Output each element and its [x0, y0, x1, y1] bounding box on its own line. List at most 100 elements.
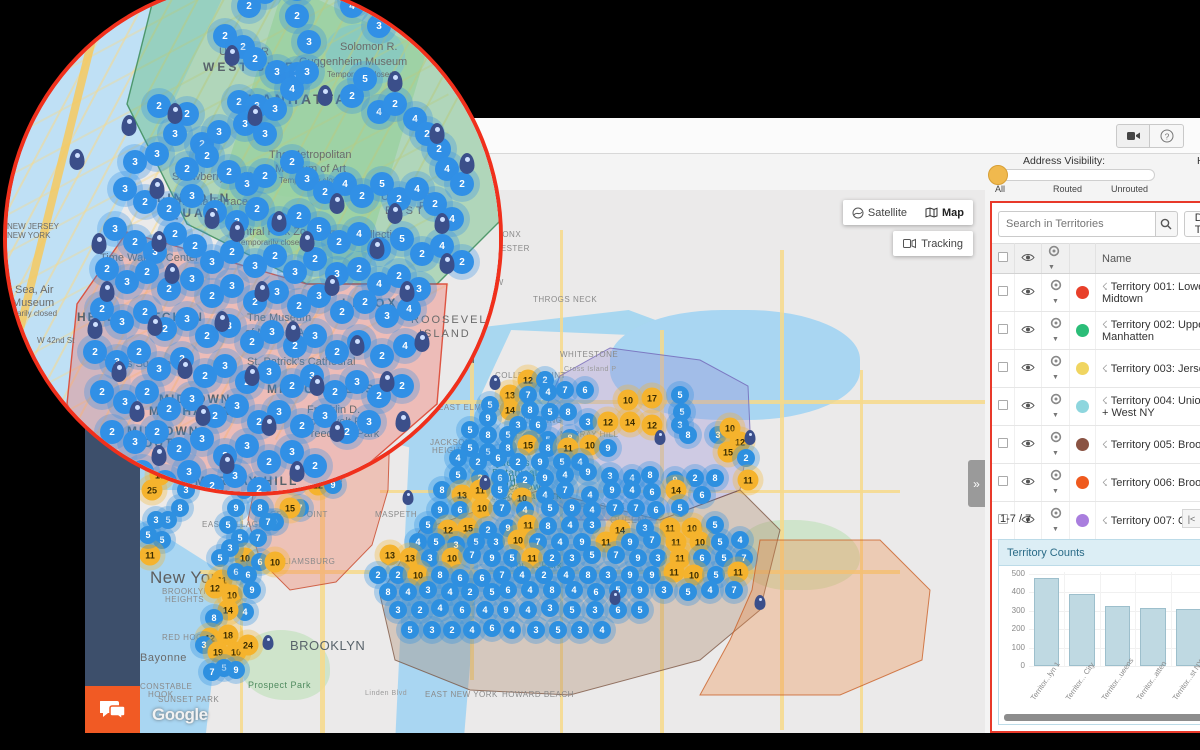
map-cluster-marker[interactable]: 6 [693, 486, 711, 504]
pagination-button[interactable]: |< [1182, 509, 1200, 528]
row-actions-cell[interactable]: ▼ [1041, 349, 1070, 388]
map-cluster-marker[interactable]: 10 [579, 434, 601, 456]
map-cluster-marker[interactable]: 5 [711, 533, 729, 551]
panel-collapse-handle[interactable]: » [968, 460, 985, 507]
map-cluster-marker[interactable]: 11 [521, 547, 543, 569]
map-cluster-marker[interactable]: 9 [536, 469, 554, 487]
map-cluster-marker[interactable]: 5 [541, 499, 559, 517]
map-cluster-marker[interactable]: 8 [379, 583, 397, 601]
map-cluster-marker[interactable]: 8 [706, 469, 724, 487]
map-cluster-marker[interactable]: 9 [497, 601, 515, 619]
map-cluster-marker[interactable]: 7 [259, 513, 277, 531]
row-checkbox[interactable] [998, 324, 1008, 334]
map-cluster-marker[interactable]: 15 [279, 497, 301, 519]
map-cluster-marker[interactable]: 5 [211, 549, 229, 567]
th-actions[interactable]: ▼ [1041, 243, 1070, 274]
map-cluster-marker[interactable]: 8 [543, 581, 561, 599]
map-cluster-marker[interactable]: 3 [655, 581, 673, 599]
map-cluster-marker[interactable]: 11 [140, 544, 161, 566]
map-cluster-marker[interactable]: 6 [483, 619, 501, 637]
map-address-pin[interactable] [402, 490, 414, 505]
map-cluster-marker[interactable]: 8 [205, 609, 223, 627]
map-cluster-marker[interactable]: 10 [507, 529, 529, 551]
tick-all[interactable]: All [995, 184, 1005, 194]
map-cluster-marker[interactable]: 2 [369, 566, 387, 584]
map-cluster-marker[interactable]: 5 [563, 601, 581, 619]
row-checkbox-cell[interactable] [992, 387, 1015, 426]
map-cluster-marker[interactable]: 24 [237, 634, 259, 656]
row-checkbox-cell[interactable] [992, 349, 1015, 388]
map-cluster-marker[interactable]: 6 [451, 501, 469, 519]
map-cluster-marker[interactable]: 4 [519, 601, 537, 619]
map-cluster-marker[interactable]: 8 [579, 566, 597, 584]
map-cluster-marker[interactable]: 6 [587, 583, 605, 601]
row-checkbox[interactable] [998, 476, 1008, 486]
map-cluster-marker[interactable]: 8 [559, 403, 577, 421]
map-cluster-marker[interactable]: 9 [243, 581, 261, 599]
row-name-cell[interactable]: ☇Territory 005: Brooklyn 1 [1095, 425, 1200, 464]
map-cluster-marker[interactable]: 7 [249, 529, 267, 547]
map-cluster-marker[interactable]: 10 [441, 547, 463, 569]
map-cluster-marker[interactable]: 7 [627, 499, 645, 517]
map-cluster-marker[interactable]: 6 [647, 501, 665, 519]
map-cluster-marker[interactable]: 7 [556, 381, 574, 399]
row-color-cell[interactable] [1069, 311, 1096, 350]
map-cluster-marker[interactable]: 4 [561, 516, 579, 534]
th-name[interactable]: Name▲ [1095, 243, 1200, 274]
search-button[interactable] [1155, 211, 1178, 237]
map-cluster-marker[interactable]: 3 [541, 599, 559, 617]
map-cluster-marker[interactable]: 9 [431, 501, 449, 519]
map-cluster-marker[interactable]: 4 [431, 599, 449, 617]
map-cluster-marker[interactable]: 3 [527, 621, 545, 639]
row-checkbox[interactable] [998, 400, 1008, 410]
row-color-cell[interactable] [1069, 463, 1096, 502]
table-row[interactable]: ▼☇Territory 002: Upper Manhatten314 [992, 311, 1200, 350]
map-cluster-marker[interactable]: 11 [727, 561, 749, 583]
map-cluster-marker[interactable]: 5 [583, 546, 601, 564]
map-cluster-marker[interactable]: 5 [679, 583, 697, 601]
map-cluster-marker[interactable]: 3 [586, 601, 604, 619]
map-cluster-marker[interactable]: 7 [607, 546, 625, 564]
chart-bar[interactable] [1069, 594, 1095, 666]
map-cluster-marker[interactable]: 3 [571, 621, 589, 639]
map-cluster-marker[interactable]: 2 [509, 453, 527, 471]
map-cluster-marker[interactable]: 7 [493, 499, 511, 517]
row-visibility-cell[interactable] [1014, 463, 1042, 502]
map-cluster-marker[interactable]: 5 [671, 386, 689, 404]
address-visibility-slider[interactable] [995, 169, 1155, 181]
tracking-button[interactable]: Tracking [893, 231, 973, 256]
pagination-buttons[interactable]: |<<1>>| [1182, 509, 1200, 528]
map-cluster-marker[interactable]: 4 [463, 621, 481, 639]
row-color-cell[interactable] [1069, 273, 1096, 312]
chart-horizontal-scrollbar[interactable] [1004, 714, 1200, 721]
map-cluster-marker[interactable]: 7 [643, 531, 661, 549]
map-cluster-marker[interactable]: 2 [737, 449, 755, 467]
map-cluster-marker[interactable]: 8 [679, 426, 697, 444]
map-cluster-marker[interactable]: 5 [401, 621, 419, 639]
map-cluster-marker[interactable]: 3 [579, 413, 597, 431]
map-cluster-marker[interactable]: 4 [539, 383, 557, 401]
chart-bar[interactable] [1175, 609, 1200, 666]
map-cluster-marker[interactable]: 6 [453, 601, 471, 619]
row-color-cell[interactable] [1069, 349, 1096, 388]
row-visibility-cell[interactable] [1014, 349, 1042, 388]
map-address-pin[interactable] [744, 430, 756, 445]
map-button[interactable]: Map [916, 200, 973, 225]
map-cluster-marker[interactable]: 4 [521, 581, 539, 599]
table-row[interactable]: ▼☇Territory 003: Jersey City389 [992, 349, 1200, 388]
map-cluster-marker[interactable]: 4 [236, 603, 254, 621]
map-cluster-marker[interactable]: 7 [606, 499, 624, 517]
map-cluster-marker[interactable]: 2 [461, 583, 479, 601]
map-cluster-marker[interactable]: 9 [631, 581, 649, 599]
map-cluster-marker[interactable]: 7 [725, 581, 743, 599]
map-cluster-marker[interactable]: 8 [539, 517, 557, 535]
map-cluster-marker[interactable]: 4 [701, 581, 719, 599]
row-actions-cell[interactable]: ▼ [1041, 387, 1070, 426]
row-name-cell[interactable]: ☇Territory 003: Jersey City [1095, 349, 1200, 388]
map-cluster-marker[interactable]: 4 [565, 581, 583, 599]
map-cluster-marker[interactable]: 3 [423, 621, 441, 639]
map-cluster-marker[interactable]: 10 [617, 389, 639, 411]
map-cluster-marker[interactable]: 9 [629, 549, 647, 567]
row-name-cell[interactable]: ☇Territory 006: Brooklyn 2 [1095, 463, 1200, 502]
map-cluster-marker[interactable]: 3 [563, 549, 581, 567]
